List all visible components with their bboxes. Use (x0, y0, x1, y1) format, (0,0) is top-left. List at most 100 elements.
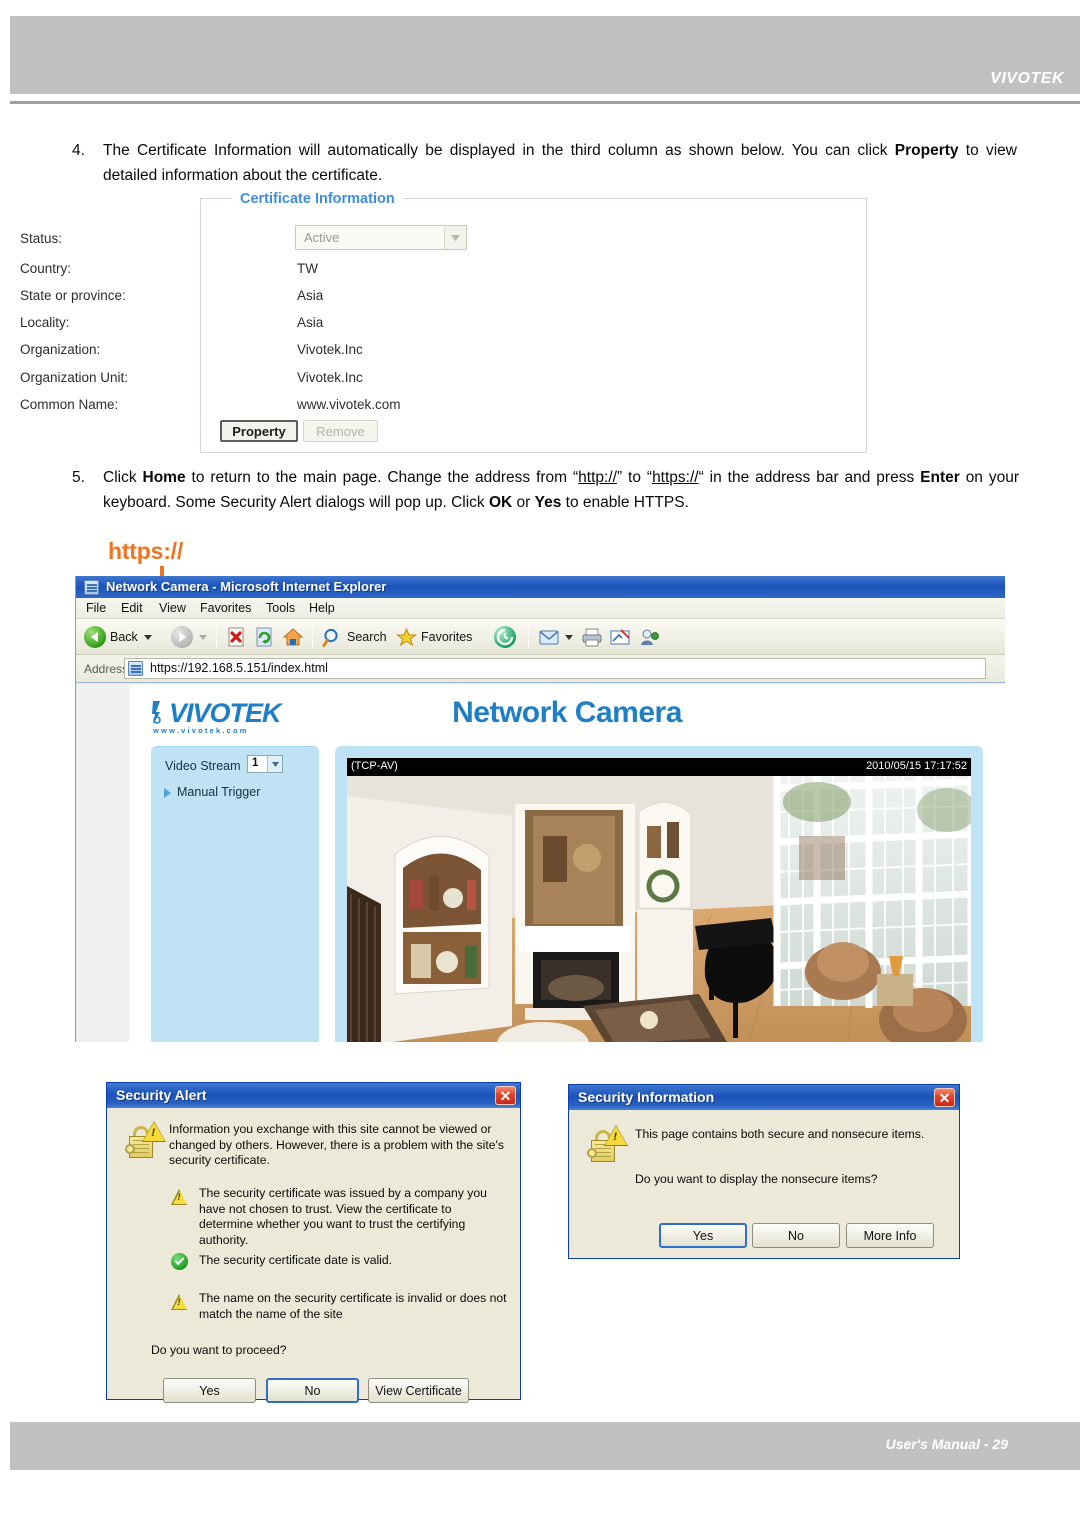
cert-label-organization: Organization: (20, 342, 101, 357)
cert-value-organization: Vivotek.Inc (297, 342, 363, 357)
search-button[interactable]: Search (322, 623, 387, 651)
warning-icon: ! (171, 1294, 188, 1310)
chevron-down-icon[interactable] (565, 634, 573, 640)
status-select[interactable]: Active (295, 225, 467, 250)
security-alert-yes-button[interactable]: Yes (163, 1378, 256, 1403)
security-information-no-button[interactable]: No (752, 1223, 840, 1248)
security-information-line-1: This page contains both secure and nonse… (635, 1127, 925, 1141)
security-alert-body: ! Information you exchange with this sit… (107, 1108, 520, 1403)
search-button-label: Search (347, 630, 387, 644)
step-5-text-6: or (512, 494, 535, 511)
chevron-down-icon[interactable] (267, 756, 282, 772)
toolbar-separator (216, 625, 217, 649)
security-alert-no-button[interactable]: No (266, 1378, 359, 1403)
step-5-text-4: “ in the address bar and press (698, 469, 921, 486)
camera-web-page: Network Camera VIVOTEK www.vivotek.com V… (77, 684, 1005, 1042)
mail-button[interactable] (538, 623, 573, 651)
messenger-icon (639, 627, 660, 648)
menu-help[interactable]: Help (309, 601, 335, 615)
living-room-scene (347, 776, 971, 1042)
camera-sidebar: Video Stream 1 Manual Trigger (151, 746, 319, 1042)
security-information-more-info-button[interactable]: More Info (846, 1223, 934, 1248)
step-5-link-https[interactable]: https:// (652, 469, 699, 486)
history-icon (494, 626, 516, 648)
lock-warning-icon: ! (123, 1121, 166, 1164)
home-button[interactable] (282, 623, 304, 651)
remove-button: Remove (303, 420, 378, 442)
close-icon[interactable]: ✕ (495, 1086, 516, 1105)
https-callout-label: https:// (108, 538, 184, 564)
page-header: VIVOTEK (10, 16, 1080, 94)
toolbar-separator (312, 625, 313, 649)
lock-warning-icon: ! (585, 1125, 628, 1168)
step-5-number: 5. (72, 469, 85, 486)
vivotek-logo-mark (151, 700, 167, 726)
back-button[interactable]: Back (84, 623, 152, 651)
security-information-titlebar: Security Information ✕ (569, 1085, 959, 1110)
refresh-icon (254, 627, 275, 648)
cert-label-common-name: Common Name: (20, 397, 119, 412)
edit-button[interactable] (609, 623, 630, 651)
security-alert-item-1: The security certificate was issued by a… (199, 1186, 487, 1247)
step-5-bold-home: Home (142, 469, 186, 486)
manual-trigger-link[interactable]: Manual Trigger (177, 785, 260, 799)
forward-button[interactable] (171, 623, 207, 651)
menu-edit[interactable]: Edit (121, 601, 143, 615)
browser-toolbar: Back Search Favorites (76, 619, 1005, 655)
home-icon (282, 627, 304, 648)
cert-value-state: Asia (297, 288, 324, 303)
cert-value-country: TW (297, 261, 318, 276)
close-icon[interactable]: ✕ (934, 1088, 955, 1107)
warning-icon: ! (171, 1189, 188, 1205)
security-alert-titlebar: Security Alert ✕ (107, 1083, 520, 1108)
menu-view[interactable]: View (159, 601, 186, 615)
page-footer: User's Manual - 29 (10, 1422, 1080, 1470)
security-alert-view-certificate-button[interactable]: View Certificate (368, 1378, 469, 1403)
camera-video-panel: (TCP-AV) 2010/05/15 17:17:52 (335, 746, 983, 1042)
browser-title: Network Camera - Microsoft Internet Expl… (106, 579, 387, 594)
refresh-button[interactable] (254, 623, 275, 651)
vivotek-logo-url: www.vivotek.com (153, 726, 249, 735)
security-information-line-2: Do you want to display the nonsecure ite… (635, 1172, 878, 1186)
footer-text: User's Manual - 29 (885, 1436, 1008, 1452)
status-select-value: Active (304, 230, 340, 245)
stop-button[interactable] (226, 623, 247, 651)
edit-icon (609, 627, 630, 648)
print-button[interactable] (581, 623, 602, 651)
menu-tools[interactable]: Tools (266, 601, 295, 615)
history-button[interactable] (494, 623, 516, 651)
address-bar-label: Address (84, 662, 129, 676)
step-5-bold-enter: Enter (920, 469, 960, 486)
instruction-step-5: 5. Click Home to return to the main page… (72, 465, 1019, 515)
cert-label-state: State or province: (20, 288, 126, 303)
video-stream-select[interactable]: 1 (247, 755, 283, 773)
toolbar-separator (528, 625, 529, 649)
back-icon (84, 626, 106, 648)
step-5-link-http[interactable]: http:// (578, 469, 617, 486)
stop-icon (226, 627, 247, 648)
favorites-button[interactable]: Favorites (396, 623, 472, 651)
chevron-down-icon[interactable] (444, 226, 466, 249)
address-input-value: https://192.168.5.151/index.html (150, 661, 328, 675)
check-icon (171, 1253, 188, 1270)
vivotek-brand: VIVOTEK (990, 70, 1064, 87)
back-button-label: Back (110, 630, 138, 644)
security-information-yes-button[interactable]: Yes (659, 1223, 747, 1248)
address-input[interactable]: https://192.168.5.151/index.html (124, 658, 986, 679)
messenger-button[interactable] (639, 623, 660, 651)
menu-file[interactable]: File (86, 601, 106, 615)
video-stream-image[interactable] (347, 776, 971, 1042)
menu-favorites[interactable]: Favorites (200, 601, 251, 615)
video-osd-bar: (TCP-AV) 2010/05/15 17:17:52 (347, 758, 971, 776)
step-5-text-1: Click (103, 469, 143, 486)
favorites-button-label: Favorites (421, 630, 473, 644)
property-button[interactable]: Property (220, 420, 298, 442)
chevron-down-icon[interactable] (143, 634, 152, 640)
camera-page-header: Network Camera VIVOTEK www.vivotek.com (129, 684, 1005, 746)
step-5-text-7: to enable HTTPS. (561, 494, 689, 511)
expand-arrow-icon (164, 788, 171, 798)
security-alert-dialog: Security Alert ✕ ! Information you excha… (106, 1082, 521, 1403)
browser-titlebar: Network Camera - Microsoft Internet Expl… (76, 576, 1005, 598)
video-stream-value: 1 (252, 757, 259, 769)
camera-page-inner: Network Camera VIVOTEK www.vivotek.com V… (129, 684, 1005, 1042)
